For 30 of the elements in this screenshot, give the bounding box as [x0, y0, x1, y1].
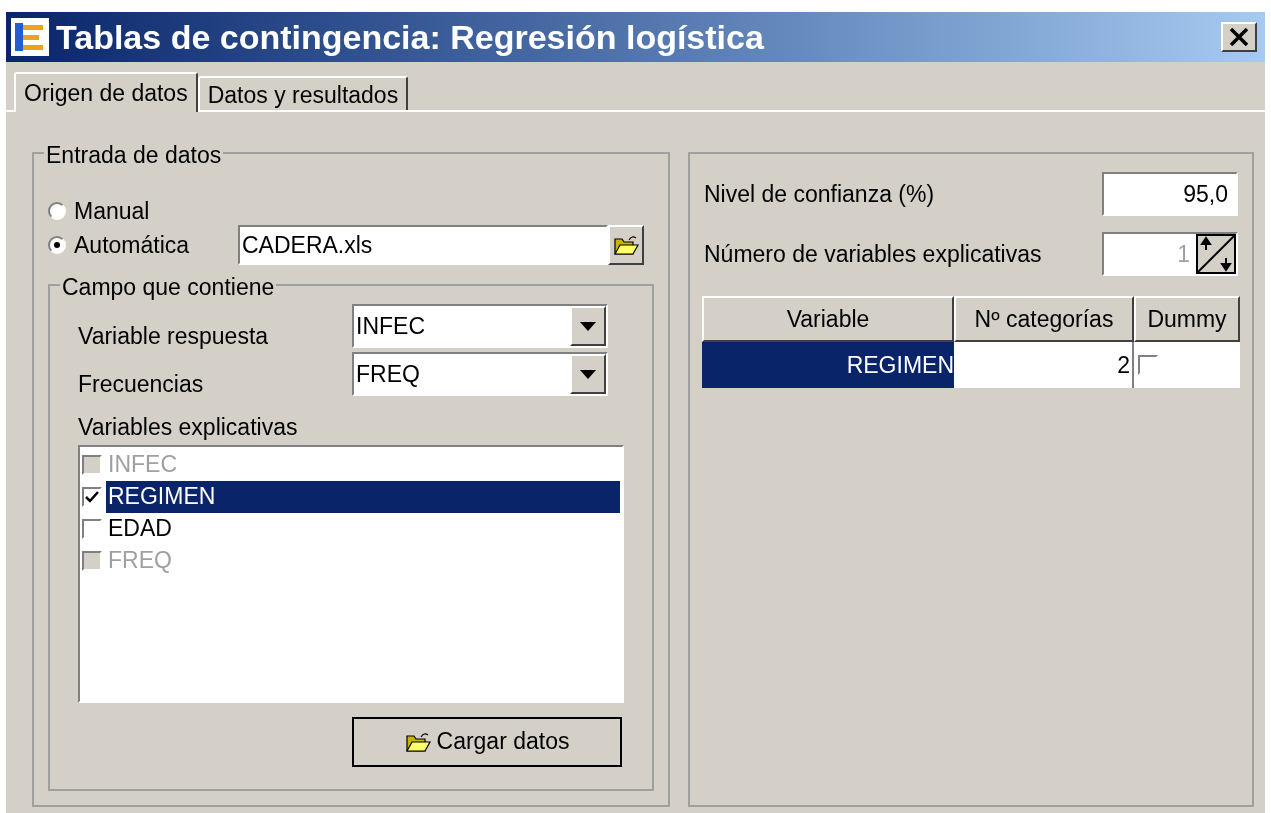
spin-arrows-icon: [1196, 234, 1236, 274]
open-file-button[interactable]: [608, 225, 644, 265]
dropdown[interactable]: INFEC: [352, 304, 608, 348]
app-icon: [10, 17, 50, 57]
column-header[interactable]: Variable: [702, 296, 954, 342]
close-button[interactable]: [1221, 22, 1257, 52]
column-header[interactable]: Dummy: [1134, 296, 1240, 342]
radio-option[interactable]: Manual: [48, 193, 238, 229]
field-label: Nivel de confianza (%): [704, 179, 935, 209]
column-header[interactable]: Nº categorías: [954, 296, 1134, 342]
dropdown[interactable]: FREQ: [352, 352, 608, 396]
folder-icon: [613, 234, 639, 256]
close-icon: [1229, 28, 1249, 46]
tab[interactable]: Origen de datos: [14, 72, 198, 112]
field-label: Número de variables explicativas: [704, 239, 1042, 269]
confidence-field[interactable]: 95,0: [1102, 172, 1238, 216]
folder-icon: [404, 730, 431, 753]
table-cell: 2: [954, 342, 1134, 388]
list-label: Variables explicativas: [78, 413, 299, 442]
field-label: Variable respuesta: [78, 321, 270, 351]
table-cell[interactable]: REGIMEN: [702, 342, 954, 388]
caret-icon: [580, 321, 596, 331]
field-label: Frecuencias: [78, 369, 205, 399]
tab[interactable]: Datos y resultados: [197, 76, 409, 110]
list-item[interactable]: EDAD: [82, 512, 620, 545]
file-field[interactable]: CADERA.xls: [238, 225, 608, 265]
caret-icon: [580, 369, 596, 379]
radio-option[interactable]: Automática: [48, 227, 238, 263]
load-data-button[interactable]: Cargar datos: [352, 716, 622, 767]
window-title: Tablas de contingencia: Regresión logística: [56, 16, 765, 58]
